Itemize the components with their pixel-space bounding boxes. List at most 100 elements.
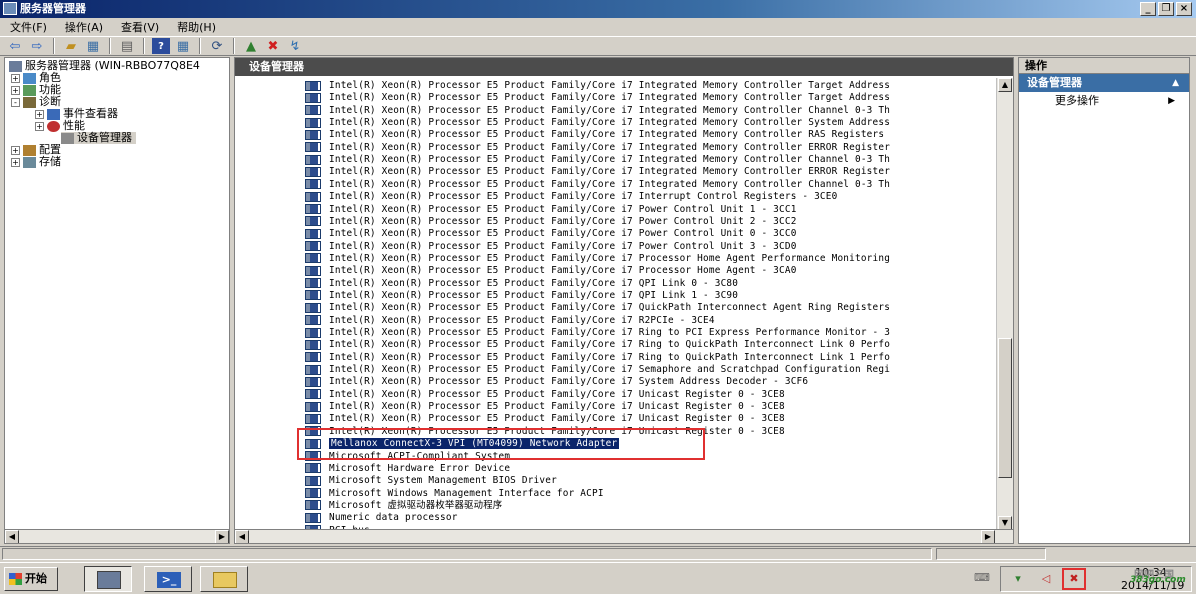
tree-item-diagnostics[interactable]: - 诊断 [11,96,61,108]
device-icon [305,253,321,264]
up-folder-icon[interactable]: ▰ [62,38,80,54]
start-button[interactable]: 开始 [4,567,58,591]
device-list-item[interactable]: Intel(R) Xeon(R) Processor E5 Product Fa… [305,154,890,166]
device-list-vertical-scrollbar[interactable]: ▲ ▼ [996,78,1013,531]
device-list-item[interactable]: Intel(R) Xeon(R) Processor E5 Product Fa… [305,191,837,203]
scan-hardware-icon[interactable]: ⟳ [208,38,226,54]
device-list-item[interactable]: Intel(R) Xeon(R) Processor E5 Product Fa… [305,129,884,141]
properties-icon[interactable]: ▤ [118,38,136,54]
device-list-item[interactable]: Intel(R) Xeon(R) Processor E5 Product Fa… [305,339,890,351]
device-list-item[interactable]: Microsoft System Management BIOS Driver [305,475,557,487]
device-name: Intel(R) Xeon(R) Processor E5 Product Fa… [329,154,891,166]
network-icon[interactable]: ▾ [1011,573,1025,585]
expand-icon[interactable]: + [11,85,20,95]
menu-help[interactable]: 帮助(H) [177,19,216,35]
device-list-item[interactable]: Microsoft Hardware Error Device [305,463,510,475]
help-icon[interactable]: ? [152,38,170,54]
device-list-item[interactable]: Intel(R) Xeon(R) Processor E5 Product Fa… [305,401,785,413]
scroll-left-icon[interactable]: ◀ [235,530,249,543]
device-list-item[interactable]: Microsoft Windows Management Interface f… [305,488,604,500]
device-list-item[interactable]: Intel(R) Xeon(R) Processor E5 Product Fa… [305,92,890,104]
taskbar-server-manager[interactable] [84,566,132,592]
scroll-right-icon[interactable]: ▶ [215,530,229,543]
menu-action[interactable]: 操作(A) [65,19,103,35]
expand-icon[interactable]: + [35,109,44,119]
keyboard-icon[interactable]: ⌨ [974,572,990,584]
performance-icon [47,120,60,132]
device-list-item[interactable]: Microsoft 虚拟驱动器枚举器驱动程序 [305,500,502,512]
title-bar[interactable]: 服务器管理器 _ ❐ × [0,0,1196,18]
device-list-item[interactable]: Intel(R) Xeon(R) Processor E5 Product Fa… [305,389,785,401]
device-list-item[interactable]: Intel(R) Xeon(R) Processor E5 Product Fa… [305,327,890,339]
scroll-down-icon[interactable]: ▼ [998,516,1012,530]
device-list-item[interactable]: Intel(R) Xeon(R) Processor E5 Product Fa… [305,179,890,191]
windows-logo-icon [9,573,22,585]
taskbar-powershell[interactable]: >_ [144,566,192,592]
safely-remove-hardware-icon[interactable]: ✖ [1062,568,1086,590]
collapse-icon[interactable]: - [11,97,20,107]
show-action-pane-icon[interactable]: ▦ [174,38,192,54]
menu-file[interactable]: 文件(F) [10,19,47,35]
device-list-item[interactable]: Intel(R) Xeon(R) Processor E5 Product Fa… [305,315,715,327]
tree-item-device-manager[interactable]: 设备管理器 [61,132,136,144]
expand-icon[interactable]: + [11,73,20,83]
device-list-item[interactable]: Intel(R) Xeon(R) Processor E5 Product Fa… [305,265,797,277]
device-list-horizontal-scrollbar[interactable]: ◀ ▶ [235,529,1013,543]
back-arrow-icon[interactable]: ⇦ [6,38,24,54]
device-icon [305,500,321,511]
scroll-right-icon[interactable]: ▶ [981,530,995,543]
scroll-thumb[interactable] [998,338,1012,478]
update-driver-icon[interactable]: ▲ [242,38,260,54]
device-icon [305,413,321,424]
device-list-item[interactable]: Intel(R) Xeon(R) Processor E5 Product Fa… [305,376,808,388]
menu-view[interactable]: 查看(V) [121,19,159,35]
device-icon [305,376,321,387]
console-tree: 服务器管理器 (WIN-RBBO77Q8E4 + 角色 + 功能 - 诊断 + 事件查看… [4,57,230,544]
device-name: Intel(R) Xeon(R) Processor E5 Product Fa… [329,240,797,252]
device-list-item[interactable]: Intel(R) Xeon(R) Processor E5 Product Fa… [305,278,738,290]
device-icon [305,364,321,375]
device-list-item[interactable]: Intel(R) Xeon(R) Processor E5 Product Fa… [305,117,890,129]
device-list-item[interactable]: Numeric data processor [305,512,458,524]
tree-horizontal-scrollbar[interactable]: ◀ ▶ [5,529,229,543]
taskbar-explorer[interactable] [200,566,248,592]
device-list-item[interactable]: Intel(R) Xeon(R) Processor E5 Product Fa… [305,204,797,216]
more-actions-item[interactable]: 更多操作 ▶ [1019,92,1189,110]
collapse-caret-icon[interactable]: ▲ [1172,74,1179,92]
device-list-item[interactable]: Intel(R) Xeon(R) Processor E5 Product Fa… [305,80,890,92]
device-list-item[interactable]: Intel(R) Xeon(R) Processor E5 Product Fa… [305,142,890,154]
device-list-item[interactable]: Intel(R) Xeon(R) Processor E5 Product Fa… [305,105,890,117]
scroll-up-icon[interactable]: ▲ [998,78,1012,92]
enable-device-icon[interactable]: ↯ [286,38,304,54]
device-list-item[interactable]: Intel(R) Xeon(R) Processor E5 Product Fa… [305,302,890,314]
device-list-item[interactable]: Intel(R) Xeon(R) Processor E5 Product Fa… [305,413,785,425]
taskbar: 开始 >_ ⌨ ▾ ◁ ✖ 10:34 2014/11/19 [0,562,1196,594]
show-hide-tree-icon[interactable]: ▦ [84,38,102,54]
device-name: Intel(R) Xeon(R) Processor E5 Product Fa… [329,277,739,289]
close-button[interactable]: × [1176,2,1192,16]
forward-arrow-icon[interactable]: ⇨ [28,38,46,54]
actions-section-device-manager[interactable]: 设备管理器 ▲ [1019,74,1189,92]
device-list-item[interactable]: Intel(R) Xeon(R) Processor E5 Product Fa… [305,253,890,265]
device-icon [305,352,321,363]
device-list-item[interactable]: Intel(R) Xeon(R) Processor E5 Product Fa… [305,290,738,302]
tree-item-storage[interactable]: + 存储 [11,156,61,168]
expand-icon[interactable]: + [11,157,20,167]
device-name: Intel(R) Xeon(R) Processor E5 Product Fa… [329,104,891,116]
volume-muted-icon[interactable]: ◁ [1039,573,1053,585]
device-list-item[interactable]: Intel(R) Xeon(R) Processor E5 Product Fa… [305,352,890,364]
uninstall-device-icon[interactable]: ✖ [264,38,282,54]
device-list-item[interactable]: Intel(R) Xeon(R) Processor E5 Product Fa… [305,228,797,240]
expand-icon[interactable]: + [11,145,20,155]
device-list-item[interactable]: Intel(R) Xeon(R) Processor E5 Product Fa… [305,216,797,228]
restore-button[interactable]: ❐ [1158,2,1174,16]
server-icon [9,60,22,72]
device-list-item[interactable]: Intel(R) Xeon(R) Processor E5 Product Fa… [305,241,797,253]
minimize-button[interactable]: _ [1140,2,1156,16]
tree-root[interactable]: 服务器管理器 (WIN-RBBO77Q8E4 [9,60,200,72]
scroll-left-icon[interactable]: ◀ [5,530,19,543]
device-name: Intel(R) Xeon(R) Processor E5 Product Fa… [329,401,785,413]
expand-icon[interactable]: + [35,121,44,131]
device-list-item[interactable]: Intel(R) Xeon(R) Processor E5 Product Fa… [305,364,890,376]
device-list-item[interactable]: Intel(R) Xeon(R) Processor E5 Product Fa… [305,166,890,178]
